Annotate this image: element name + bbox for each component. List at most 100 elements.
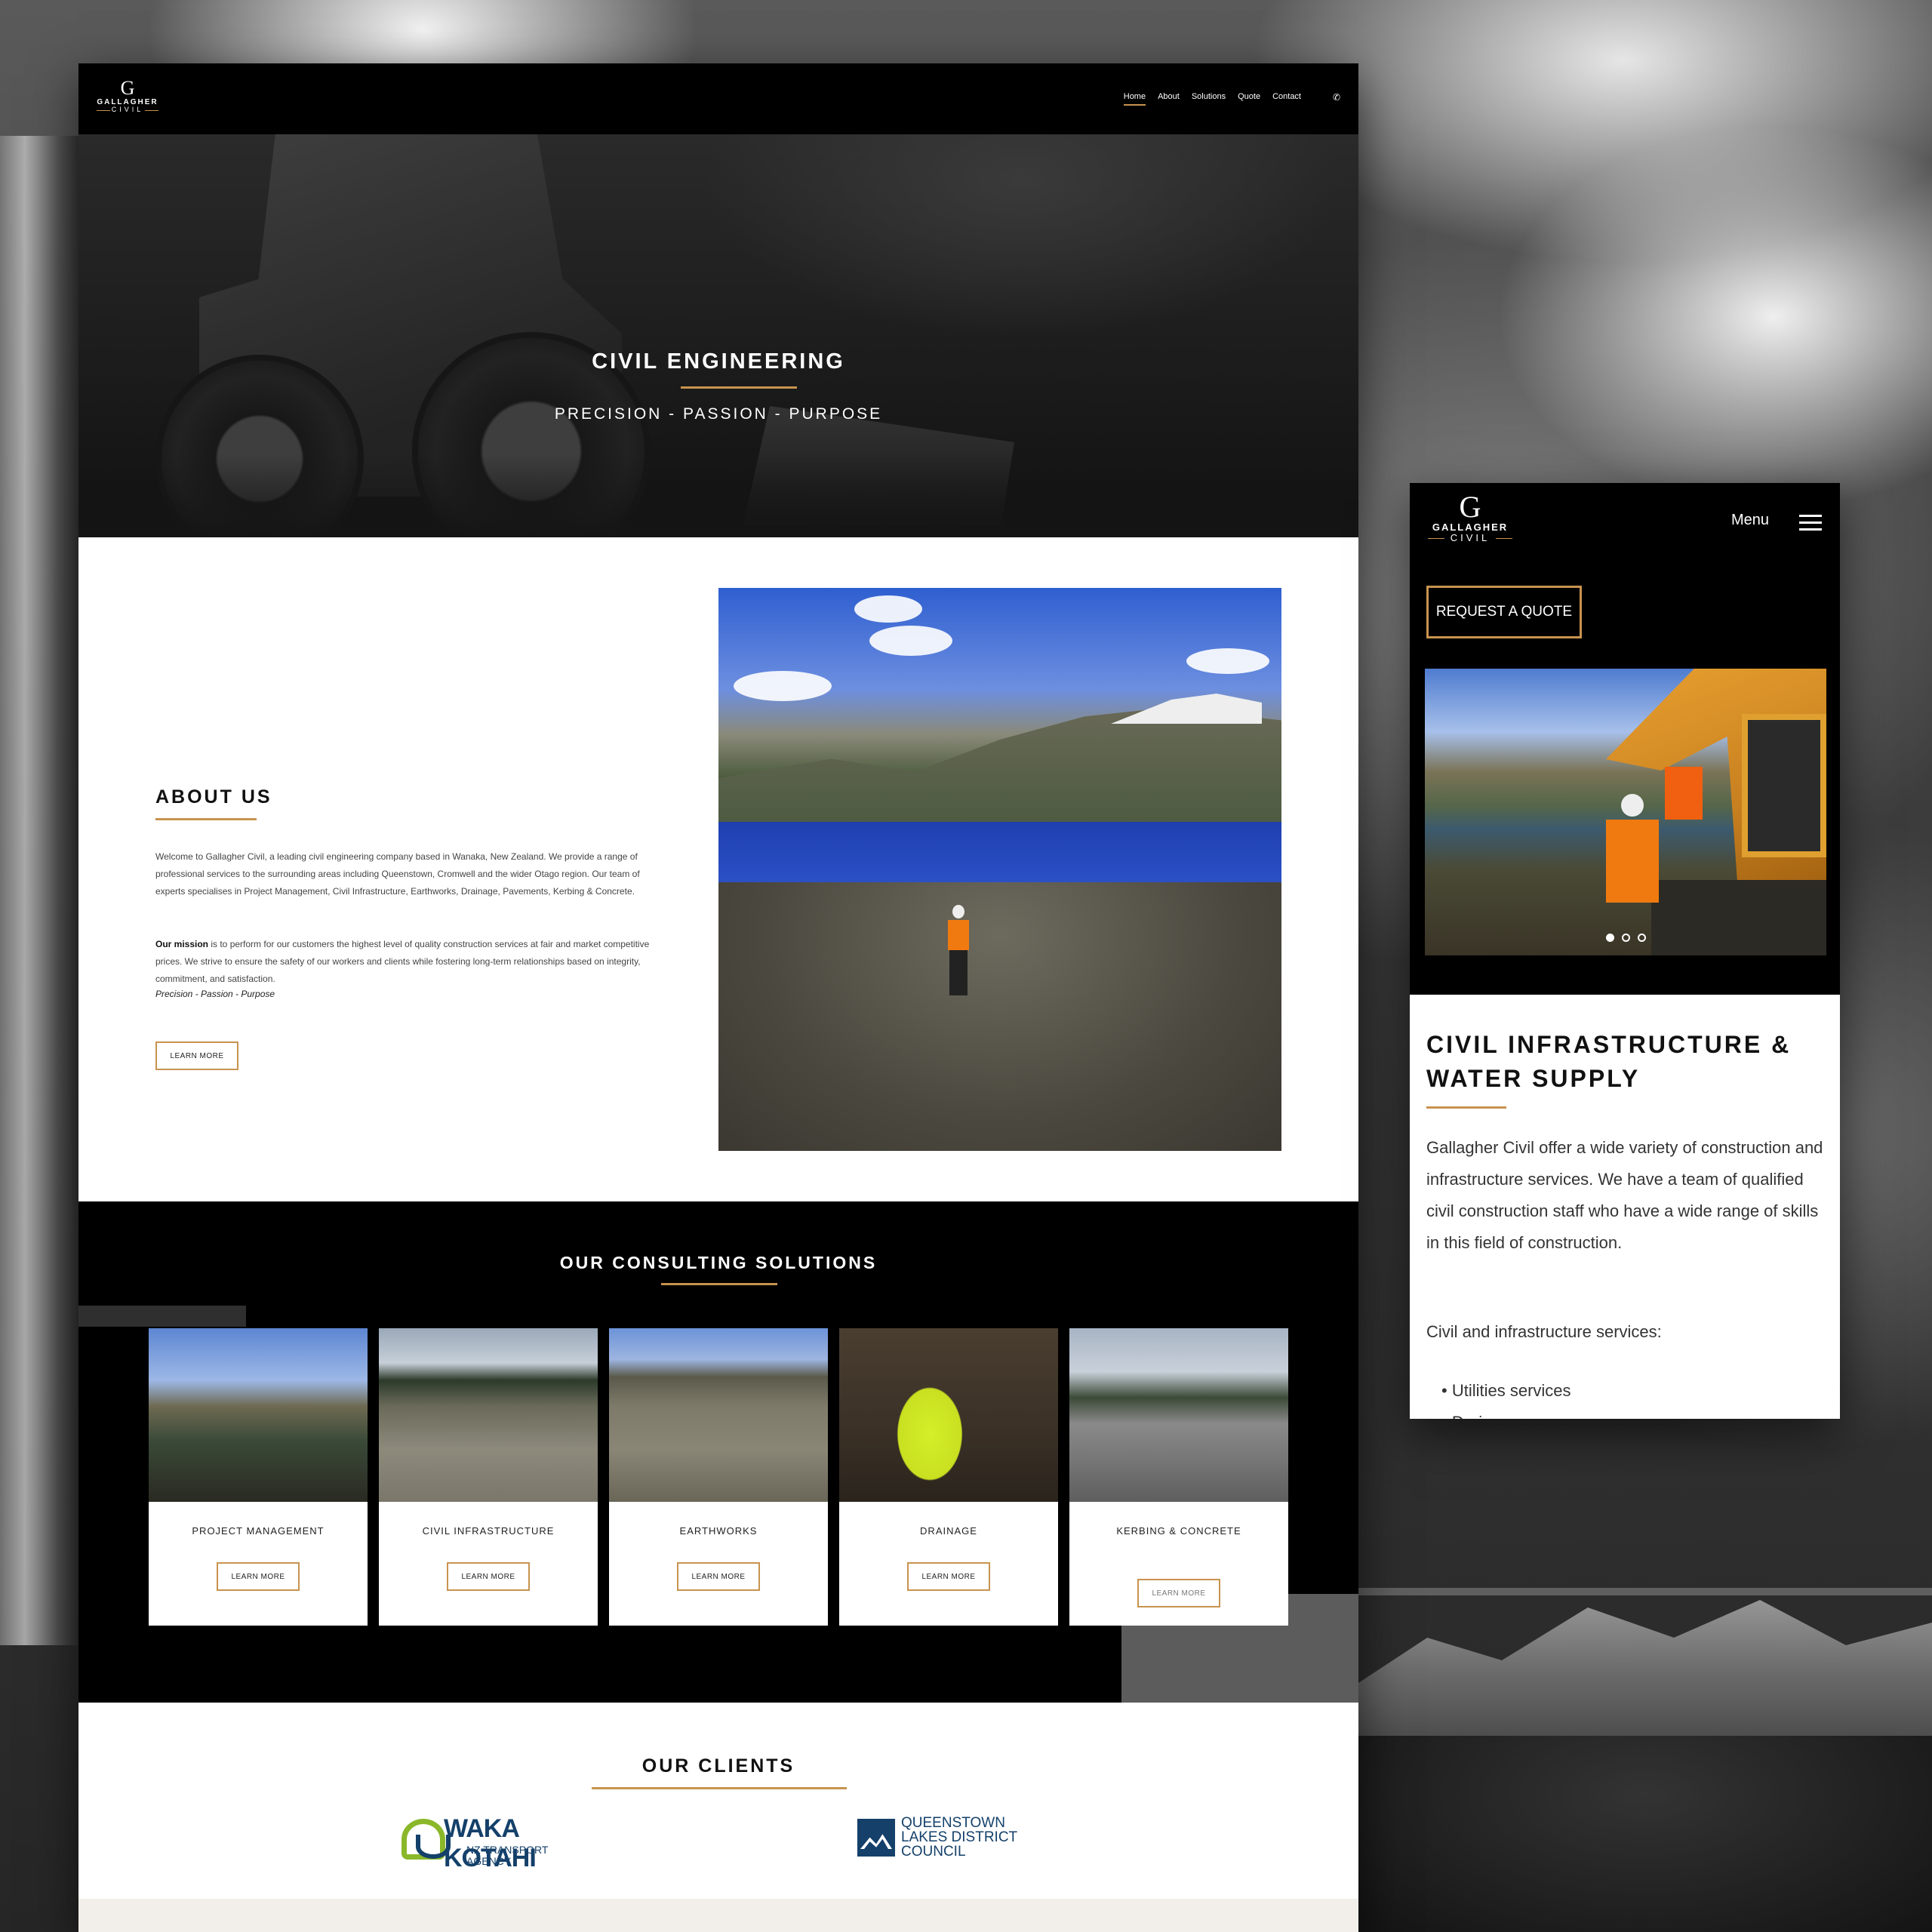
hamburger-bar <box>1799 515 1822 517</box>
hamburger-icon[interactable] <box>1799 515 1822 531</box>
slider-dot-2[interactable] <box>1621 934 1630 942</box>
card-learn-more-button[interactable]: LEARN MORE <box>217 1562 300 1591</box>
logo-name: GALLAGHER <box>1432 521 1509 533</box>
nav-solutions[interactable]: Solutions <box>1192 92 1226 106</box>
clients-divider <box>592 1787 847 1789</box>
grey-band <box>1358 1588 1932 1595</box>
nav-about[interactable]: About <box>1158 92 1180 106</box>
main-menu: Home About Solutions Quote Contact <box>1123 92 1301 106</box>
photo-snow-peak <box>1111 694 1262 724</box>
surveyor-legs <box>949 950 968 995</box>
card-label: EARTHWORKS <box>679 1525 758 1537</box>
solutions-divider <box>661 1283 777 1285</box>
about-photo-wanaka <box>718 588 1281 1151</box>
slider-dots <box>1425 934 1826 942</box>
card-label: KERBING & CONCRETE <box>1116 1525 1241 1537</box>
request-quote-button[interactable]: REQUEST A QUOTE <box>1426 586 1582 638</box>
clients-section: OUR CLIENTS WAKA KOTAHI NZ TRANSPORT AGE… <box>78 1703 1358 1899</box>
qldc-line2: LAKES DISTRICT <box>901 1829 1018 1845</box>
nav-home[interactable]: Home <box>1123 92 1146 106</box>
hero-subtitle: PRECISION - PASSION - PURPOSE <box>554 405 883 423</box>
photo-construction-site <box>718 882 1281 1151</box>
about-intro-text: Welcome to Gallagher Civil, a leading ci… <box>155 851 640 897</box>
qldc-mountain-mark <box>857 1819 895 1857</box>
card-learn-more-button[interactable]: LEARN MORE <box>677 1562 760 1591</box>
card-label: PROJECT MANAGEMENT <box>192 1525 325 1537</box>
waka-kotahi-mark <box>401 1819 451 1860</box>
photo-cloud <box>854 595 922 623</box>
qldc-name: QUEENSTOWN LAKES DISTRICT COUNCIL <box>901 1816 1017 1859</box>
mission-body: is to perform for our customers the high… <box>155 939 650 984</box>
slide-excavator-cab <box>1742 714 1826 857</box>
qldc-logo[interactable]: QUEENSTOWN LAKES DISTRICT COUNCIL <box>857 1816 1031 1861</box>
card-learn-more-button[interactable]: LEARN MORE <box>907 1562 990 1591</box>
waka-line2: AGENCY <box>466 1855 512 1867</box>
nav-quote[interactable]: Quote <box>1238 92 1260 106</box>
photo-cloud <box>1186 648 1269 674</box>
nav-contact[interactable]: Contact <box>1272 92 1301 106</box>
mobile-heading-divider <box>1426 1106 1506 1109</box>
card-image <box>609 1328 828 1502</box>
footer-strip <box>78 1899 1358 1932</box>
hamburger-bar <box>1799 528 1822 531</box>
photo-cloud <box>869 626 952 656</box>
surveyor-head <box>952 905 964 918</box>
gallagher-civil-logo[interactable]: G GALLAGHER CIVIL <box>1425 492 1515 544</box>
mission-label: Our mission <box>155 939 209 949</box>
excavator-arm <box>0 136 83 1645</box>
card-learn-more-button[interactable]: LEARN MORE <box>1137 1579 1220 1607</box>
solution-card-earthworks[interactable]: EARTHWORKS LEARN MORE <box>609 1328 828 1626</box>
about-mission-text: Our mission is to perform for our custom… <box>155 936 669 988</box>
slide-worker <box>1665 767 1703 820</box>
mobile-services-intro: Civil and infrastructure services: <box>1426 1322 1662 1341</box>
logo-sub: CIVIL <box>94 106 162 114</box>
card-label: DRAINAGE <box>920 1525 977 1537</box>
slider-dot-1[interactable] <box>1605 934 1614 942</box>
solution-card-drainage[interactable]: DRAINAGE LEARN MORE <box>839 1328 1058 1626</box>
photo-surveyor <box>945 905 972 1003</box>
slide-worker <box>1606 794 1659 903</box>
phone-icon[interactable]: ✆ <box>1333 92 1340 103</box>
qldc-line3: COUNCIL <box>901 1844 966 1860</box>
hero-banner: CIVIL ENGINEERING PRECISION - PASSION - … <box>78 134 1358 537</box>
solution-card-civil-infrastructure[interactable]: CIVIL INFRASTRUCTURE LEARN MORE <box>379 1328 598 1626</box>
gallagher-civil-logo[interactable]: G GALLAGHER CIVIL <box>94 78 162 114</box>
solutions-title: OUR CONSULTING SOLUTIONS <box>559 1253 878 1272</box>
solutions-section: OUR CONSULTING SOLUTIONS PROJECT MANAGEM… <box>78 1201 1358 1703</box>
waka-kotahi-logo[interactable]: WAKA KOTAHI NZ TRANSPORT AGENCY <box>401 1813 613 1872</box>
about-divider <box>155 818 257 820</box>
qldc-line1: QUEENSTOWN <box>901 1815 1005 1831</box>
dark-ground <box>1358 1736 1932 1932</box>
list-item: Drainage <box>1441 1407 1571 1419</box>
about-section: ABOUT US Welcome to Gallagher Civil, a l… <box>78 537 1358 1201</box>
logo-sub: CIVIL <box>1425 532 1515 543</box>
card-image <box>1069 1328 1288 1502</box>
mobile-menu-label[interactable]: Menu <box>1731 512 1769 529</box>
slider-dot-3[interactable] <box>1637 934 1646 942</box>
mobile-mockup: G GALLAGHER CIVIL Menu REQUEST A QUOTE C… <box>1410 483 1840 1419</box>
slide-track <box>1651 880 1826 955</box>
mobile-intro-text: Gallagher Civil offer a wide variety of … <box>1426 1138 1823 1252</box>
waka-line1: NZ TRANSPORT <box>466 1844 549 1856</box>
mobile-section-heading: CIVIL INFRASTRUCTURE & WATER SUPPLY <box>1426 1031 1792 1092</box>
about-learn-more-button[interactable]: LEARN MORE <box>155 1041 238 1070</box>
logo-letter: G <box>1459 490 1481 524</box>
hamburger-bar <box>1799 521 1822 524</box>
solution-card-kerbing-concrete[interactable]: KERBING & CONCRETE LEARN MORE <box>1069 1328 1288 1626</box>
photo-cloud <box>734 671 832 701</box>
card-learn-more-button[interactable]: LEARN MORE <box>447 1562 530 1591</box>
logo-letter: G <box>120 77 135 99</box>
surveyor-vest <box>948 920 969 950</box>
list-item: Utilities services <box>1441 1375 1571 1407</box>
about-title: ABOUT US <box>155 786 272 808</box>
card-label: CIVIL INFRASTRUCTURE <box>422 1525 555 1537</box>
top-navigation-bar: G GALLAGHER CIVIL Home About Solutions Q… <box>78 63 1358 134</box>
grass-foreground <box>78 454 1358 537</box>
card-image <box>149 1328 368 1502</box>
hero-slider[interactable] <box>1425 669 1826 955</box>
clients-title: OUR CLIENTS <box>641 1755 795 1777</box>
decor-band <box>78 1306 246 1327</box>
card-image <box>839 1328 1058 1502</box>
mobile-services-list: Utilities services Drainage <box>1441 1375 1571 1419</box>
solution-card-project-management[interactable]: PROJECT MANAGEMENT LEARN MORE <box>149 1328 368 1626</box>
